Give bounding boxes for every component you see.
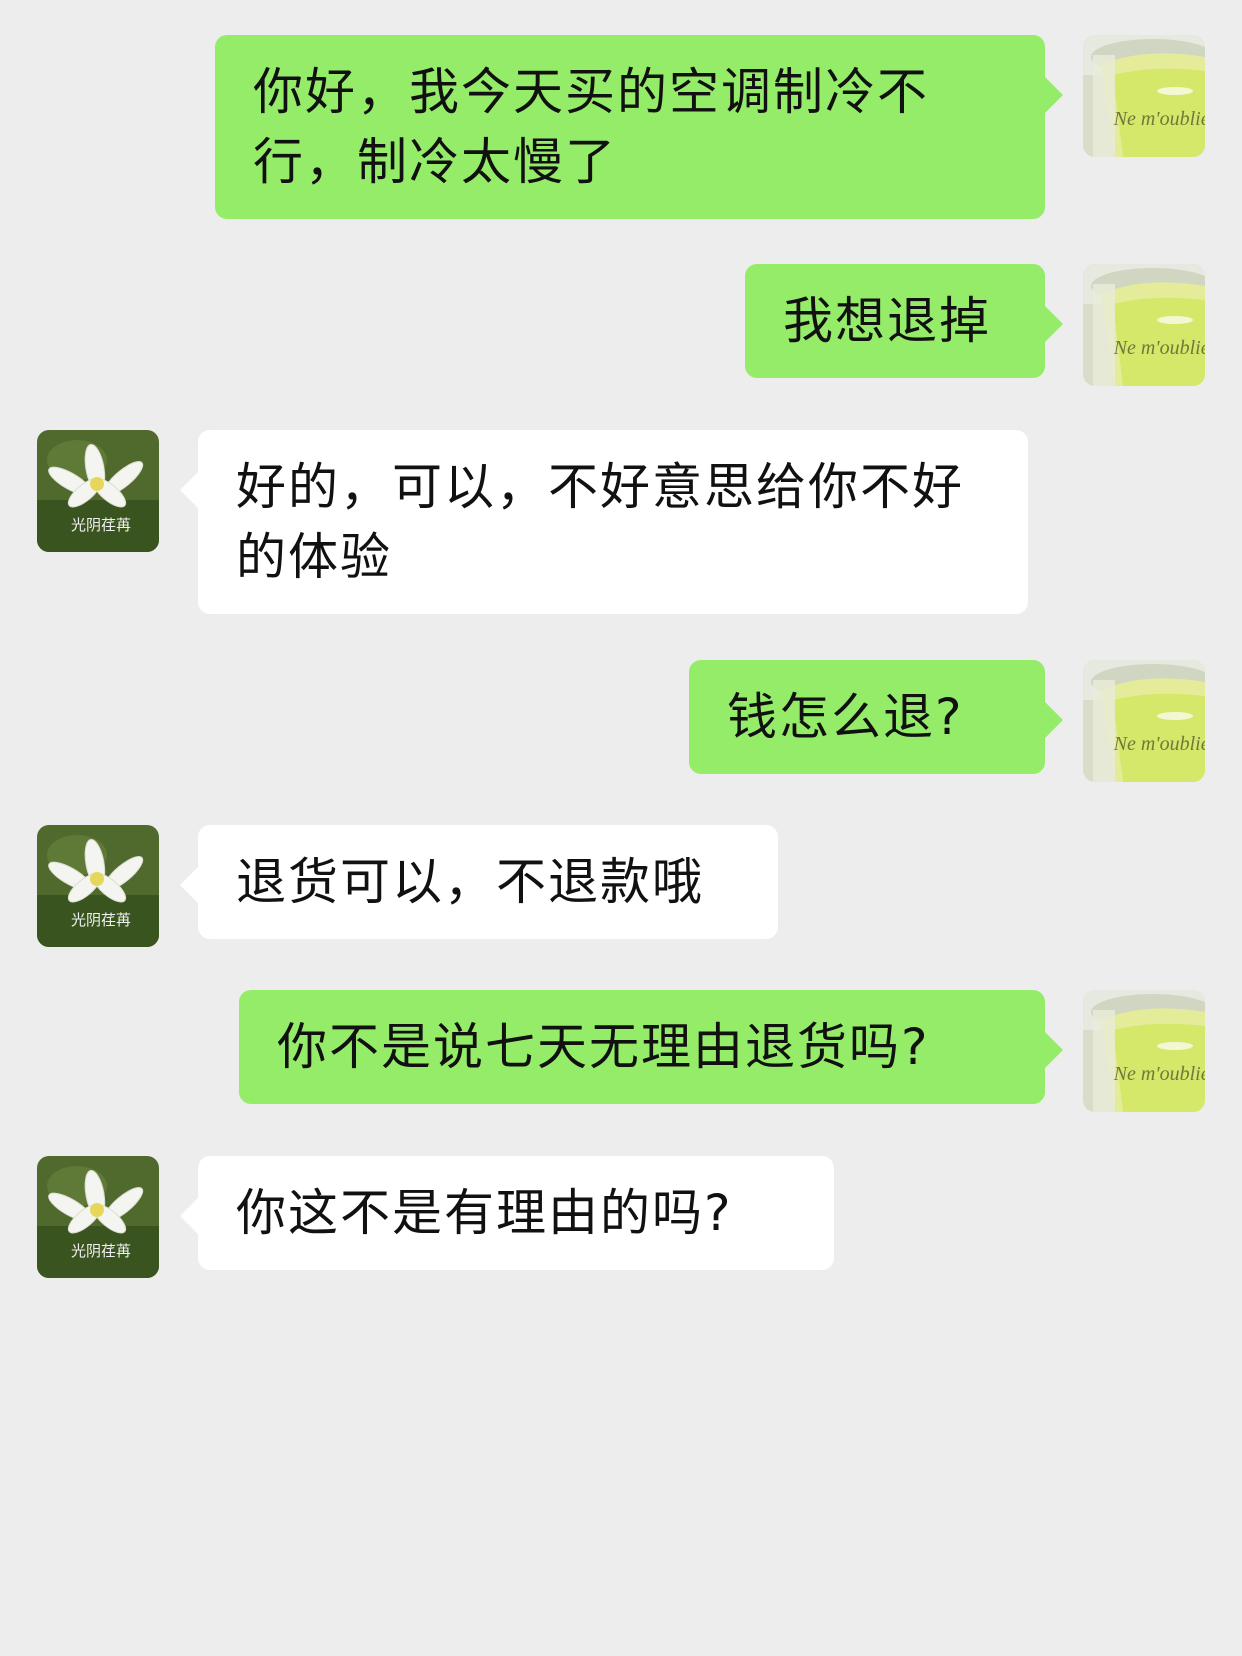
message-bubble[interactable]: 钱怎么退? [689,660,1063,774]
white-lotus-avatar[interactable]: 光阴荏苒 [37,825,159,947]
white-lotus-avatar[interactable]: 光阴荏苒 [37,1156,159,1278]
cup-label-text: Ne m'oublie pas [1113,108,1205,130]
message-bubble[interactable]: 你不是说七天无理由退货吗? [239,990,1063,1104]
lotus-watermark-text: 光阴荏苒 [71,1242,131,1260]
message-bubble[interactable]: 好的，可以，不好意思给你不好的体验 [180,430,1028,614]
message-bubble[interactable]: 我想退掉 [745,264,1063,378]
cup-photo-avatar[interactable]: Ne m'oublie pas [1083,35,1205,157]
message-text: 退货可以，不退款哦 [236,853,704,911]
lotus-watermark-text: 光阴荏苒 [71,516,131,534]
lotus-watermark-text: 光阴荏苒 [71,911,131,929]
cup-label-text: Ne m'oublie pas [1113,733,1205,755]
cup-photo-avatar[interactable]: Ne m'oublie pas [1083,660,1205,782]
message-bubble[interactable]: 你这不是有理由的吗? [180,1156,834,1270]
message-text: 好的，可以，不好意思给你不好的体验 [236,458,964,586]
cup-photo-avatar[interactable]: Ne m'oublie pas [1083,264,1205,386]
cup-label-text: Ne m'oublie pas [1113,337,1205,359]
message-text: 你好，我今天买的空调制冷不行，制冷太慢了 [253,63,929,191]
message-text: 你这不是有理由的吗? [236,1184,733,1242]
message-text: 钱怎么退? [727,688,964,746]
message-text: 我想退掉 [783,292,991,350]
cup-photo-avatar[interactable]: Ne m'oublie pas [1083,990,1205,1112]
chat-window: 你好，我今天买的空调制冷不行，制冷太慢了 Ne m'oublie pas 我想退… [0,0,1242,1656]
message-bubble[interactable]: 退货可以，不退款哦 [180,825,778,939]
white-lotus-avatar[interactable]: 光阴荏苒 [37,430,159,552]
message-text: 你不是说七天无理由退货吗? [277,1018,930,1076]
message-bubble[interactable]: 你好，我今天买的空调制冷不行，制冷太慢了 [215,35,1063,219]
cup-label-text: Ne m'oublie pas [1113,1063,1205,1085]
